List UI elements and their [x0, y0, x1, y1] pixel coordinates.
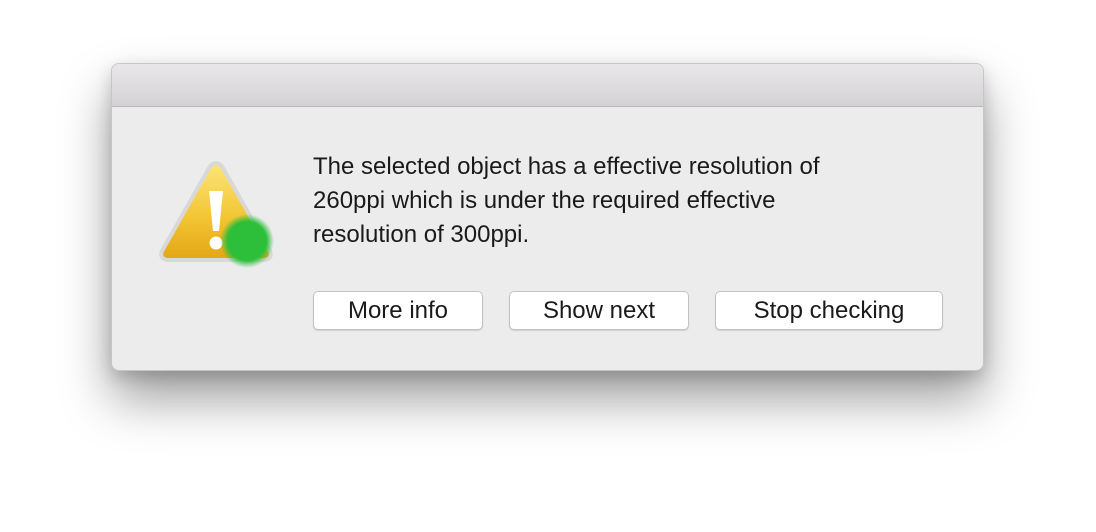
screen: The selected object has a effective reso… [0, 0, 1096, 532]
stop-checking-button[interactable]: Stop checking [715, 291, 943, 330]
alert-message: The selected object has a effective reso… [313, 150, 933, 252]
green-status-dot [220, 214, 274, 268]
message-line-3: resolution of 300ppi. [313, 221, 530, 248]
warning-icon [155, 157, 277, 269]
dialog-titlebar[interactable] [112, 64, 983, 107]
message-line-2: 260ppi which is under the required effec… [313, 187, 776, 214]
alert-dialog: The selected object has a effective reso… [111, 63, 984, 371]
message-line-1: The selected object has a effective reso… [313, 153, 820, 180]
show-next-button[interactable]: Show next [509, 291, 689, 330]
more-info-button[interactable]: More info [313, 291, 483, 330]
